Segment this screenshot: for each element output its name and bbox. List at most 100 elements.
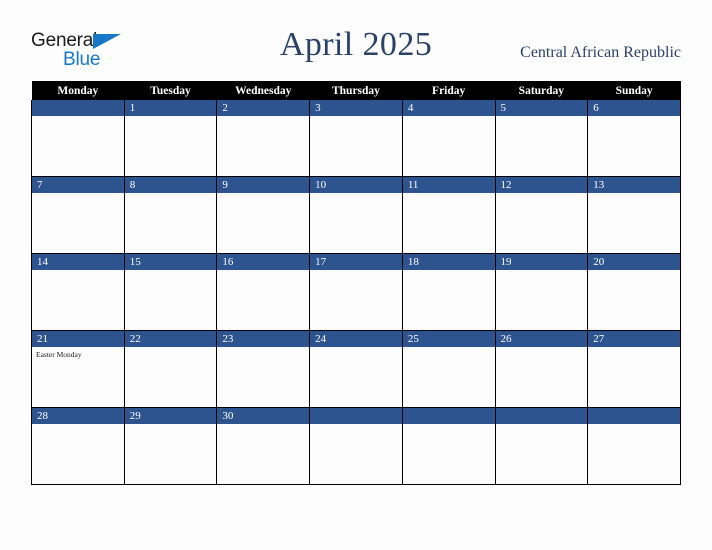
calendar-day-cell[interactable]: 12 xyxy=(494,176,589,254)
day-content xyxy=(496,424,588,484)
day-number: 12 xyxy=(495,177,588,193)
day-number: 23 xyxy=(217,331,310,347)
calendar-day-cell[interactable]: 2 xyxy=(216,100,311,177)
day-number xyxy=(495,408,588,424)
day-number: 2 xyxy=(217,100,310,116)
calendar-day-cell[interactable] xyxy=(309,407,403,485)
day-content xyxy=(588,424,680,484)
day-number: 22 xyxy=(124,331,217,347)
calendar-week-row: 21 Easter Monday 22 23 24 25 26 27 xyxy=(31,330,681,408)
calendar-day-cell[interactable]: 14 xyxy=(31,253,125,331)
day-number: 24 xyxy=(310,331,402,347)
calendar-day-cell[interactable]: 16 xyxy=(216,253,311,331)
weekday-header-thursday: Thursday xyxy=(309,81,403,100)
day-content xyxy=(125,424,217,484)
calendar-day-cell[interactable]: 19 xyxy=(494,253,589,331)
day-number: 28 xyxy=(32,408,124,424)
day-number: 1 xyxy=(124,100,217,116)
calendar-day-cell[interactable]: 9 xyxy=(216,176,311,254)
day-content xyxy=(310,347,402,407)
calendar-day-cell[interactable]: 5 xyxy=(494,100,589,177)
calendar-day-cell[interactable] xyxy=(401,407,496,485)
calendar-day-cell[interactable]: 11 xyxy=(401,176,496,254)
day-content xyxy=(125,270,217,330)
day-content: Easter Monday xyxy=(32,347,124,407)
day-content xyxy=(125,193,217,253)
day-number: 25 xyxy=(402,331,495,347)
calendar-day-cell[interactable]: 1 xyxy=(123,100,218,177)
day-content xyxy=(125,116,217,176)
day-content xyxy=(588,193,680,253)
page-header: General Blue April 2025 Central African … xyxy=(0,0,712,80)
calendar-day-cell[interactable]: 10 xyxy=(309,176,403,254)
day-content xyxy=(310,193,402,253)
day-content xyxy=(217,347,309,407)
calendar-day-cell[interactable]: 18 xyxy=(401,253,496,331)
calendar-day-cell[interactable]: 22 xyxy=(123,330,218,408)
calendar-grid: Monday Tuesday Wednesday Thursday Friday… xyxy=(31,81,681,485)
calendar-day-cell[interactable]: 28 xyxy=(31,407,125,485)
day-content xyxy=(403,116,495,176)
day-number xyxy=(310,408,402,424)
calendar-day-cell[interactable]: 8 xyxy=(123,176,218,254)
day-content xyxy=(310,270,402,330)
calendar-day-cell[interactable]: 24 xyxy=(309,330,403,408)
calendar-day-cell[interactable] xyxy=(587,407,681,485)
calendar-day-cell[interactable]: 15 xyxy=(123,253,218,331)
calendar-day-cell[interactable]: 23 xyxy=(216,330,311,408)
day-content xyxy=(496,193,588,253)
day-number: 14 xyxy=(32,254,124,270)
day-number: 6 xyxy=(588,100,680,116)
weekday-header-monday: Monday xyxy=(31,81,125,100)
calendar-day-cell[interactable]: 29 xyxy=(123,407,218,485)
day-content xyxy=(403,270,495,330)
calendar-day-cell[interactable]: 21 Easter Monday xyxy=(31,330,125,408)
day-number: 13 xyxy=(588,177,680,193)
day-content xyxy=(32,424,124,484)
day-content xyxy=(217,270,309,330)
day-number xyxy=(402,408,495,424)
day-number: 15 xyxy=(124,254,217,270)
country-label: Central African Republic xyxy=(520,44,681,61)
day-number: 17 xyxy=(310,254,402,270)
calendar-week-row: 28 29 30 xyxy=(31,407,681,485)
weekday-header-sunday: Sunday xyxy=(587,81,681,100)
calendar-day-cell[interactable]: 4 xyxy=(401,100,496,177)
calendar-day-cell[interactable]: 13 xyxy=(587,176,681,254)
calendar-day-cell[interactable]: 27 xyxy=(587,330,681,408)
calendar-day-cell[interactable]: 30 xyxy=(216,407,311,485)
day-number xyxy=(32,100,124,116)
calendar-day-cell[interactable]: 7 xyxy=(31,176,125,254)
day-number: 29 xyxy=(124,408,217,424)
calendar-day-cell[interactable]: 6 xyxy=(587,100,681,177)
calendar-week-row: 1 2 3 4 5 6 xyxy=(31,100,681,177)
day-content xyxy=(588,270,680,330)
calendar-day-cell[interactable] xyxy=(494,407,589,485)
day-content xyxy=(496,270,588,330)
day-content xyxy=(496,116,588,176)
day-number: 16 xyxy=(217,254,310,270)
day-number: 18 xyxy=(402,254,495,270)
calendar-day-cell[interactable]: 25 xyxy=(401,330,496,408)
weekday-header-wednesday: Wednesday xyxy=(216,81,310,100)
day-content xyxy=(310,424,402,484)
weekday-header-tuesday: Tuesday xyxy=(124,81,217,100)
day-number: 9 xyxy=(217,177,310,193)
calendar-day-cell[interactable]: 26 xyxy=(494,330,589,408)
calendar-day-cell[interactable]: 20 xyxy=(587,253,681,331)
calendar-week-row: 7 8 9 10 11 12 13 xyxy=(31,176,681,254)
calendar-day-cell[interactable]: 17 xyxy=(309,253,403,331)
day-content xyxy=(403,347,495,407)
calendar-day-cell[interactable] xyxy=(31,100,125,177)
day-content xyxy=(32,116,124,176)
weekday-header-saturday: Saturday xyxy=(495,81,588,100)
day-content xyxy=(588,347,680,407)
day-content xyxy=(588,116,680,176)
calendar-day-cell[interactable]: 3 xyxy=(309,100,403,177)
day-number: 4 xyxy=(402,100,495,116)
day-number: 10 xyxy=(310,177,402,193)
day-content xyxy=(310,116,402,176)
day-number: 30 xyxy=(217,408,310,424)
day-number: 19 xyxy=(495,254,588,270)
day-content xyxy=(32,270,124,330)
